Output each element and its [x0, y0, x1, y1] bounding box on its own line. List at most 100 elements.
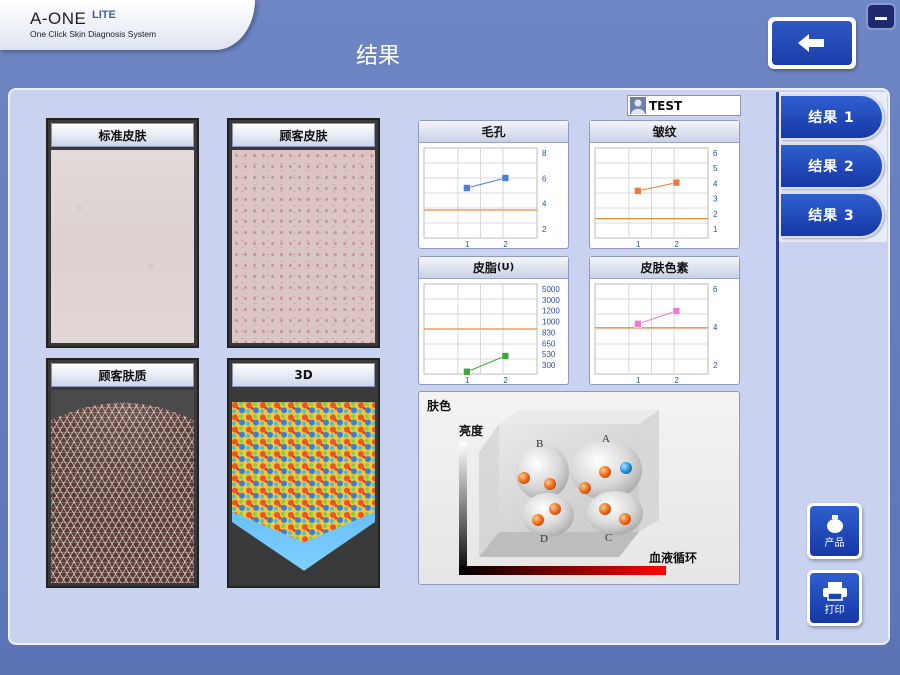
page-title: 结果 — [356, 44, 401, 69]
logo-subtitle: One Click Skin Diagnosis System — [30, 29, 157, 39]
3d-heatmap-image[interactable] — [232, 390, 375, 583]
y-tick-label: 2 — [713, 210, 718, 219]
y-tick-label: 3000 — [542, 296, 560, 305]
y-tick-label: 5000 — [542, 285, 560, 294]
cluster-c — [587, 491, 643, 535]
data-point — [634, 187, 642, 195]
wrinkles-graph[interactable]: 皱纹 6 5 4 3 2 1 1 2 — [589, 120, 740, 249]
x-tick-label: 2 — [674, 240, 679, 249]
cluster-label-d: D — [540, 533, 548, 545]
customer-texture-panel: 顾客肤质 — [46, 358, 199, 588]
data-point — [619, 513, 631, 525]
y-tick-label: 530 — [542, 350, 556, 359]
x-tick-label: 1 — [465, 376, 470, 385]
graph-title: 皮脂 (U) — [419, 257, 568, 279]
data-point — [672, 178, 681, 187]
cluster-b — [515, 444, 569, 500]
x-tick-label: 2 — [674, 376, 679, 385]
y-tick-label: 1000 — [542, 318, 560, 327]
wrinkles-chart: 6 5 4 3 2 1 1 2 — [594, 147, 718, 249]
products-button[interactable]: 产品 — [807, 503, 862, 559]
graph-title: 皱纹 — [590, 121, 739, 143]
data-point — [634, 320, 642, 328]
y-tick-label: 6 — [542, 174, 547, 183]
bottom-strip — [0, 648, 900, 675]
pores-graph[interactable]: 毛孔 8 6 4 2 1 2 — [418, 120, 569, 249]
brightness-scale — [459, 442, 467, 575]
data-point — [501, 352, 510, 360]
panel-title: 顾客皮肤 — [232, 123, 375, 147]
data-point — [463, 184, 471, 192]
y-tick-label: 4 — [713, 323, 718, 332]
tab-result-3[interactable]: 结果 3 — [781, 192, 884, 238]
x-tick-label: 1 — [636, 240, 641, 249]
y-tick-label: 8 — [542, 149, 547, 158]
data-point — [599, 503, 611, 515]
graph-title: 皮肤色素 — [590, 257, 739, 279]
print-label: 打印 — [824, 604, 845, 616]
cluster-label-c: C — [605, 532, 612, 544]
panel-title: 3D — [232, 363, 375, 387]
back-arrow-icon — [798, 34, 824, 52]
graph-title-text: 皮脂 — [472, 261, 497, 275]
panel-title: 顾客肤质 — [51, 363, 194, 387]
skin-color-panel[interactable]: 肤色 亮度 血液循环 B A D C — [418, 391, 740, 585]
y-tick-label: 2 — [713, 361, 718, 370]
printer-icon — [822, 581, 847, 601]
texture-mesh-image[interactable] — [51, 390, 194, 583]
y-tick-label: 2 — [542, 225, 547, 234]
user-badge: TEST — [627, 95, 741, 116]
y-tick-label: 650 — [542, 339, 556, 348]
y-tick-label: 6 — [713, 149, 718, 158]
data-point — [501, 174, 510, 182]
skin-color-diagram: B A D C — [459, 410, 666, 575]
x-tick-label: 1 — [636, 376, 641, 385]
y-tick-label: 4 — [713, 179, 718, 188]
graph-unit: (U) — [496, 262, 515, 273]
products-label: 产品 — [824, 537, 845, 549]
x-tick-label: 1 — [465, 240, 470, 249]
user-name: TEST — [649, 98, 683, 113]
cluster-d — [522, 493, 574, 537]
print-button[interactable]: 打印 — [807, 570, 862, 626]
minimize-button[interactable] — [866, 3, 896, 30]
sebum-chart: 5000 3000 1200 1000830 650 530 300 1 2 — [423, 283, 560, 385]
app-logo: A-ONE LITE One Click Skin Diagnosis Syst… — [0, 0, 255, 50]
panel-title: 标准皮肤 — [51, 123, 194, 147]
logo-main-text: A-ONE — [30, 9, 87, 28]
y-tick-label: 5 — [713, 164, 718, 173]
sebum-graph[interactable]: 皮脂 (U) 5000 3000 1200 1000 830 650 530 300 1 2 — [418, 256, 569, 385]
tab-result-2[interactable]: 结果 2 — [781, 143, 884, 189]
y-tick-label: 6 — [713, 285, 718, 294]
back-button[interactable] — [768, 17, 856, 69]
customer-skin-panel: 顾客皮肤 — [227, 118, 380, 348]
y-tick-label: 3 — [713, 195, 718, 204]
divider — [776, 92, 779, 640]
data-point — [599, 466, 611, 478]
pores-chart: 8 6 4 2 1 2 — [423, 147, 547, 249]
cluster-label-a: A — [602, 433, 610, 445]
y-tick-label: 1 — [713, 225, 718, 234]
standard-skin-image[interactable] — [51, 150, 194, 343]
y-tick-label: 300 — [542, 361, 556, 370]
data-point — [518, 472, 530, 484]
3d-panel: 3D — [227, 358, 380, 588]
y-tick-label: 4 — [542, 200, 547, 209]
cluster-label-b: B — [536, 438, 543, 450]
tab-result-1[interactable]: 结果 1 — [781, 94, 884, 140]
x-tick-label: 2 — [503, 376, 508, 385]
data-point — [549, 503, 561, 515]
graph-title: 毛孔 — [419, 121, 568, 143]
pigment-chart: 6 4 2 1 2 — [594, 283, 718, 385]
y-tick-label: 830 — [542, 328, 556, 337]
data-point — [532, 514, 544, 526]
y-tick-label: 1200 — [542, 307, 560, 316]
data-point — [579, 482, 591, 494]
user-icon — [630, 97, 646, 114]
data-point — [463, 367, 471, 376]
data-point — [672, 307, 681, 315]
customer-skin-image[interactable] — [232, 150, 375, 343]
data-point — [544, 478, 556, 490]
x-tick-label: 2 — [503, 240, 508, 249]
pigment-graph[interactable]: 皮肤色素 6 4 2 1 2 — [589, 256, 740, 385]
